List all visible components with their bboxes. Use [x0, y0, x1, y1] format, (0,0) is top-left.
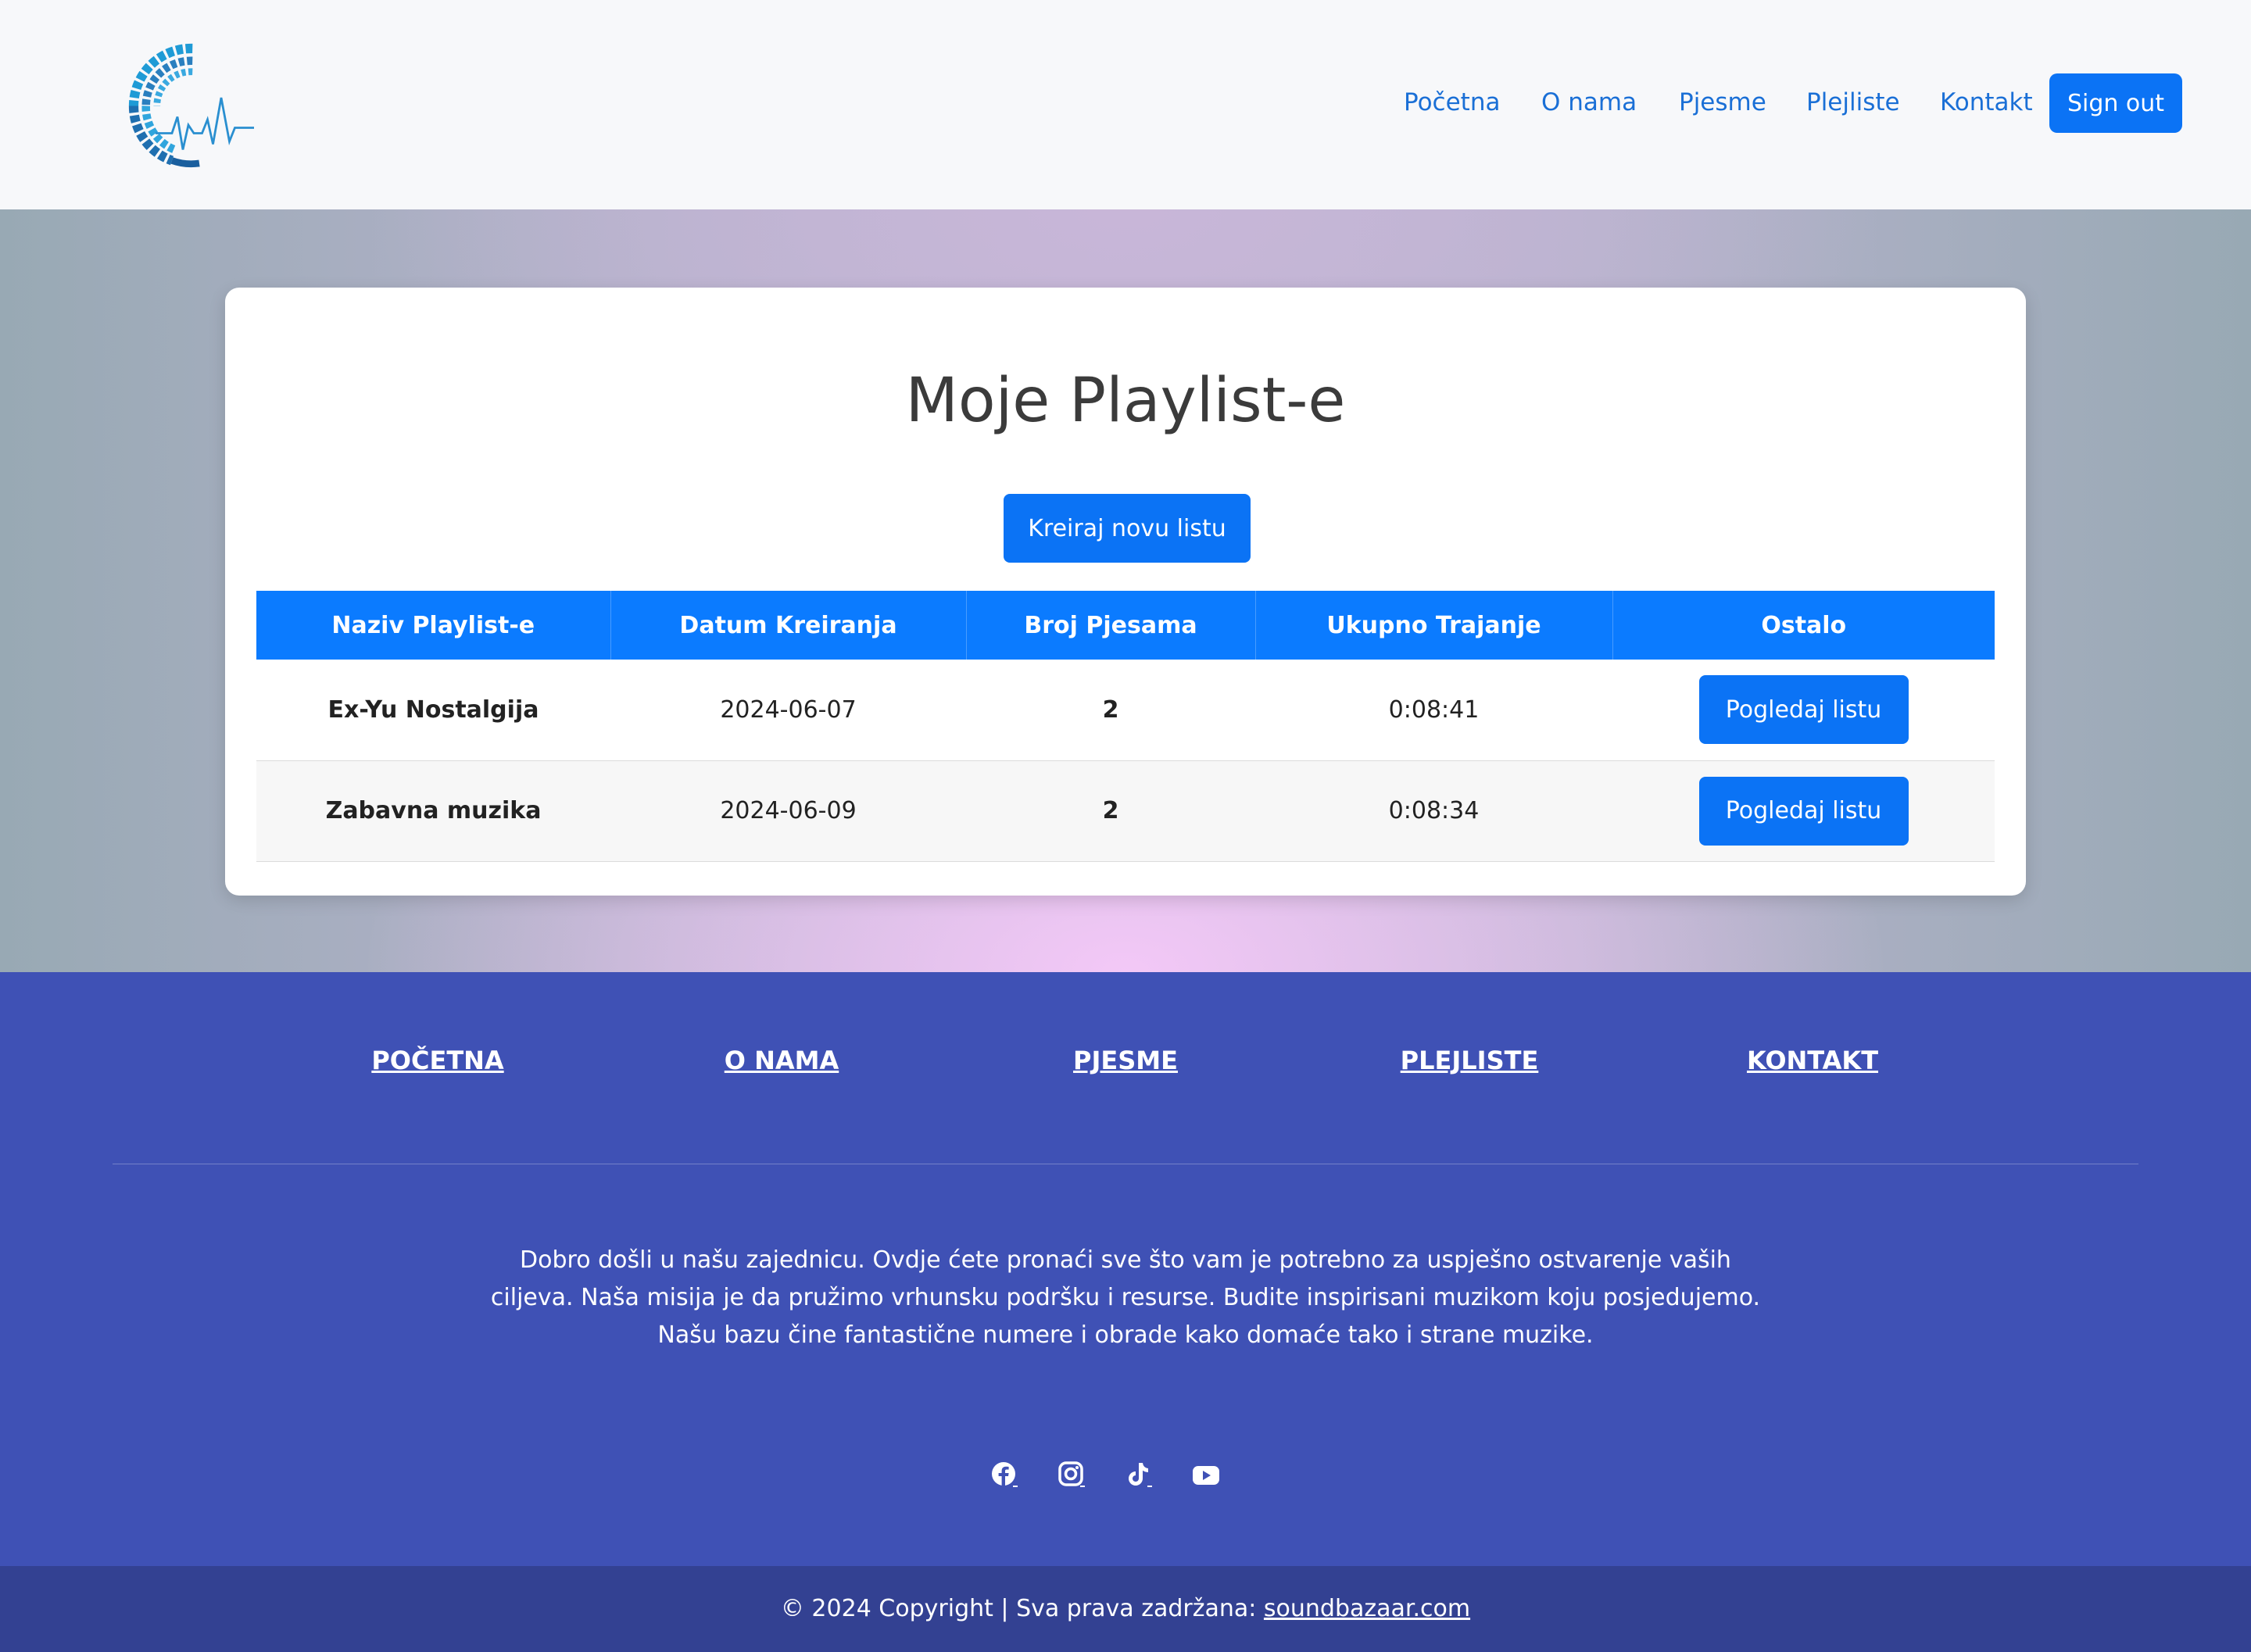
hero-section: Moje Playlist-e Kreiraj novu listu Naziv…	[0, 209, 2251, 972]
playlist-actions: Pogledaj listu	[1612, 660, 1995, 761]
column-header-duration[interactable]: Ukupno Trajanje	[1255, 591, 1613, 660]
playlist-name: Ex-Yu Nostalgija	[256, 660, 610, 761]
column-header-name[interactable]: Naziv Playlist-e	[256, 591, 611, 660]
facebook-icon[interactable]	[990, 1460, 1021, 1491]
footer-description: Dobro došli u našu zajednicu. Ovdje ćete…	[490, 1246, 1761, 1349]
footer: POČETNA O NAMA PJESME PLEJLISTE KONTAKT …	[0, 972, 2251, 1566]
copyright-bar: © 2024 Copyright | Sva prava zadržana: s…	[0, 1566, 2251, 1652]
social-icons	[0, 1460, 2251, 1491]
create-playlist-button[interactable]: Kreiraj novu listu	[1004, 494, 1251, 563]
footer-link-pjesme[interactable]: PJESME	[1073, 1046, 1178, 1075]
instagram-icon[interactable]	[1057, 1460, 1088, 1491]
footer-link-o-nama[interactable]: O NAMA	[725, 1046, 839, 1075]
column-header-date[interactable]: Datum Kreiranja	[610, 591, 967, 660]
footer-link-kontakt[interactable]: KONTAKT	[1747, 1046, 1878, 1075]
playlist-song-count: 2	[966, 760, 1255, 862]
view-playlist-button[interactable]: Pogledaj listu	[1698, 675, 1909, 745]
footer-link-pocetna[interactable]: POČETNA	[371, 1046, 503, 1075]
playlist-actions: Pogledaj listu	[1612, 760, 1995, 862]
table-row: Zabavna muzika 2024-06-09 2 0:08:34 Pogl…	[256, 760, 1995, 862]
table-header-row: Naziv Playlist-e Datum Kreiranja Broj Pj…	[256, 591, 1995, 660]
column-header-other: Ostalo	[1612, 591, 1995, 660]
playlists-card: Moje Playlist-e Kreiraj novu listu Naziv…	[225, 288, 2026, 896]
playlist-date: 2024-06-07	[610, 660, 966, 761]
nav-link-plejliste[interactable]: Plejliste	[1806, 88, 1900, 116]
nav-link-kontakt[interactable]: Kontakt	[1940, 88, 2033, 116]
playlist-name: Zabavna muzika	[256, 760, 610, 862]
view-playlist-button[interactable]: Pogledaj listu	[1698, 776, 1909, 846]
nav-link-pjesme[interactable]: Pjesme	[1679, 88, 1766, 116]
playlist-date: 2024-06-09	[610, 760, 966, 862]
playlist-duration: 0:08:34	[1255, 760, 1612, 862]
copyright-text: © 2024 Copyright | Sva prava zadržana:	[780, 1595, 1264, 1622]
logo-arcs	[128, 43, 200, 168]
logo[interactable]	[117, 38, 254, 174]
footer-link-plejliste[interactable]: PLEJLISTE	[1401, 1046, 1539, 1075]
nav-link-o-nama[interactable]: O nama	[1541, 88, 1637, 116]
playlists-table: Naziv Playlist-e Datum Kreiranja Broj Pj…	[256, 591, 1995, 862]
youtube-icon[interactable]	[1191, 1460, 1222, 1491]
nav-link-pocetna[interactable]: Početna	[1404, 88, 1500, 116]
logo-pulse	[156, 97, 254, 150]
sign-out-button[interactable]: Sign out	[2049, 73, 2182, 133]
playlist-duration: 0:08:41	[1255, 660, 1612, 761]
playlist-song-count: 2	[966, 660, 1255, 761]
page-title: Moje Playlist-e	[905, 366, 1346, 436]
navbar: Početna O nama Pjesme Plejliste Kontakt …	[0, 0, 2251, 209]
copyright-site-link[interactable]: soundbazaar.com	[1264, 1595, 1470, 1622]
column-header-count[interactable]: Broj Pjesama	[966, 591, 1256, 660]
tiktok-icon[interactable]	[1124, 1460, 1155, 1491]
table-row: Ex-Yu Nostalgija 2024-06-07 2 0:08:41 Po…	[256, 660, 1995, 761]
